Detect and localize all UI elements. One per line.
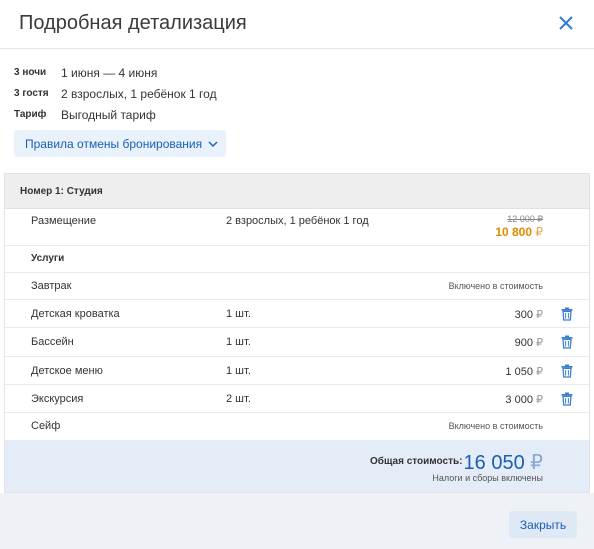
accommodation-price: 12 000 ₽ 10 800 ₽ xyxy=(495,214,543,239)
service-name: Завтрак xyxy=(31,280,72,292)
summary-value: 1 июня — 4 июня xyxy=(61,65,158,80)
currency: ₽ xyxy=(535,225,543,239)
dialog-header: Подробная детализация xyxy=(0,0,594,49)
service-row: Экскурсия 2 шт. 3 000 ₽ xyxy=(5,385,589,413)
currency: ₽ xyxy=(536,309,543,321)
summary-value: 2 взрослых, 1 ребёнок 1 год xyxy=(61,86,217,101)
trash-icon[interactable] xyxy=(560,364,574,378)
service-row: Сейф Включено в стоимость xyxy=(5,413,589,440)
service-name: Экскурсия xyxy=(31,393,84,405)
service-price-value: 300 xyxy=(514,309,533,321)
dialog-title: Подробная детализация xyxy=(19,12,247,34)
trash-icon[interactable] xyxy=(560,392,574,406)
service-qty: 1 шт. xyxy=(226,308,251,320)
service-price-value: 900 xyxy=(514,337,533,349)
total-value: 16 050 ₽ xyxy=(464,450,543,475)
summary-row-nights: 3 ночи 1 июня — 4 июня xyxy=(14,62,217,83)
service-price-value: 1 050 xyxy=(505,366,533,378)
total-section: Общая стоимость: 16 050 ₽ Налоги и сборы… xyxy=(5,440,589,492)
booking-summary: 3 ночи 1 июня — 4 июня 3 гостя 2 взрослы… xyxy=(14,62,217,125)
new-price-value: 10 800 xyxy=(495,225,533,239)
service-row: Детское меню 1 шт. 1 050 ₽ xyxy=(5,357,589,385)
service-row: Детская кроватка 1 шт. 300 ₽ xyxy=(5,300,589,328)
old-price: 12 000 ₽ xyxy=(507,214,543,224)
service-name: Сейф xyxy=(31,420,61,432)
currency: ₽ xyxy=(536,394,543,406)
trash-icon[interactable] xyxy=(560,335,574,349)
cancellation-rules-button[interactable]: Правила отмены бронирования xyxy=(14,130,226,157)
accommodation-row: Размещение 2 взрослых, 1 ребёнок 1 год 1… xyxy=(5,209,589,246)
close-icon[interactable] xyxy=(556,13,576,33)
service-qty: 1 шт. xyxy=(226,365,251,377)
service-included: Включено в стоимость xyxy=(448,421,543,431)
service-name: Детская кроватка xyxy=(31,308,120,320)
dialog-footer: Закрыть xyxy=(0,493,594,549)
summary-key: Тариф xyxy=(14,109,47,120)
summary-row-tariff: Тариф Выгодный тариф xyxy=(14,104,217,125)
summary-key: 3 ночи xyxy=(14,67,47,78)
service-price: 300 ₽ xyxy=(515,308,543,321)
total-amount: 16 050 xyxy=(463,452,525,474)
service-qty: 1 шт. xyxy=(226,336,251,348)
accommodation-guests: 2 взрослых, 1 ребёнок 1 год xyxy=(226,215,369,227)
services-header-row: Услуги xyxy=(5,246,589,273)
services-header: Услуги xyxy=(31,253,65,264)
close-button[interactable]: Закрыть xyxy=(509,511,577,538)
chevron-down-icon xyxy=(208,141,218,147)
service-included: Включено в стоимость xyxy=(448,281,543,291)
service-price: 3 000 ₽ xyxy=(505,393,543,406)
service-row: Завтрак Включено в стоимость xyxy=(5,273,589,300)
room-title: Номер 1: Студия xyxy=(5,174,589,209)
service-name: Детское меню xyxy=(31,365,103,377)
cancellation-rules-label: Правила отмены бронирования xyxy=(25,136,203,151)
currency: ₽ xyxy=(536,366,543,378)
price-breakdown-table: Номер 1: Студия Размещение 2 взрослых, 1… xyxy=(4,173,590,493)
service-price: 1 050 ₽ xyxy=(505,365,543,378)
service-qty: 2 шт. xyxy=(226,393,251,405)
new-price: 10 800 ₽ xyxy=(495,225,543,239)
summary-key: 3 гостя xyxy=(14,88,49,99)
summary-row-guests: 3 гостя 2 взрослых, 1 ребёнок 1 год xyxy=(14,83,217,104)
service-price-value: 3 000 xyxy=(505,394,533,406)
trash-icon[interactable] xyxy=(560,307,574,321)
currency: ₽ xyxy=(530,452,543,474)
currency: ₽ xyxy=(536,337,543,349)
service-price: 900 ₽ xyxy=(515,336,543,349)
service-name: Бассейн xyxy=(31,336,74,348)
summary-value: Выгодный тариф xyxy=(61,107,156,122)
total-label: Общая стоимость: xyxy=(370,456,463,467)
taxes-note: Налоги и сборы включены xyxy=(432,473,543,483)
service-row: Бассейн 1 шт. 900 ₽ xyxy=(5,328,589,357)
accommodation-label: Размещение xyxy=(31,215,97,227)
